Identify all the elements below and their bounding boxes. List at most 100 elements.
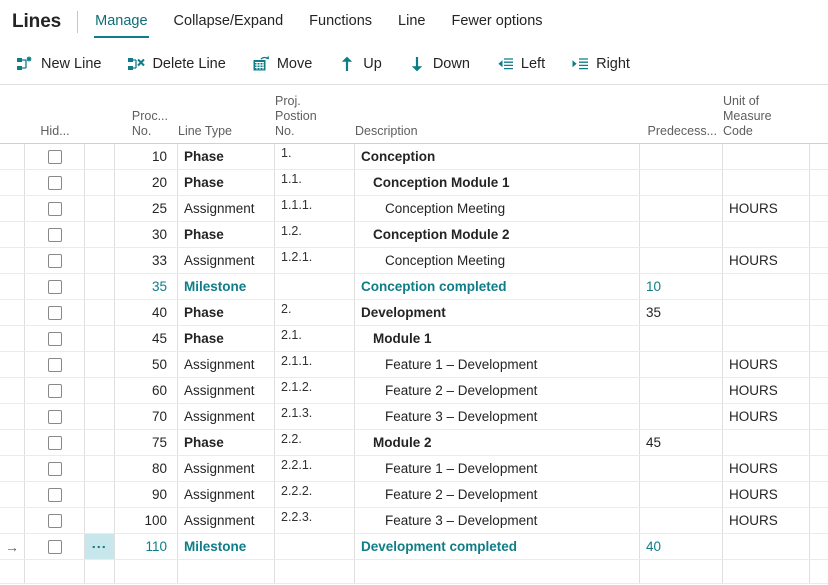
row-menu-cell[interactable] bbox=[85, 378, 115, 403]
row-menu-cell[interactable] bbox=[85, 144, 115, 169]
row-menu-cell[interactable] bbox=[85, 196, 115, 221]
cell-predecessor[interactable] bbox=[640, 456, 723, 481]
cell-line-type[interactable]: Phase bbox=[178, 222, 275, 247]
cell-proc-no[interactable]: 60 bbox=[115, 378, 178, 403]
cell-proc-no[interactable]: 10 bbox=[115, 144, 178, 169]
cell-predecessor[interactable]: 10 bbox=[640, 274, 723, 299]
table-row[interactable]: → ⋮ 110 Milestone Development completed 40 bbox=[0, 534, 828, 560]
move-button[interactable]: Move bbox=[252, 54, 312, 74]
table-row[interactable]: 33 Assignment 1.2.1. Conception Meeting HOUR… bbox=[0, 248, 828, 274]
cell-line-type[interactable]: Phase bbox=[178, 300, 275, 325]
cell-proc-no[interactable]: 25 bbox=[115, 196, 178, 221]
cell-predecessor[interactable] bbox=[640, 170, 723, 195]
table-row[interactable]: 25 Assignment 1.1.1. Conception Meeting HOUR… bbox=[0, 196, 828, 222]
cell-proc-no[interactable]: 80 bbox=[115, 456, 178, 481]
cell-proc-no[interactable]: 110 bbox=[115, 534, 178, 559]
table-row[interactable]: 45 Phase 2.1. Module 1 bbox=[0, 326, 828, 352]
tab-line[interactable]: Line bbox=[397, 7, 426, 37]
hidden-checkbox-cell[interactable] bbox=[25, 196, 85, 221]
right-button[interactable]: Right bbox=[571, 54, 630, 74]
cell-line-type[interactable]: Phase bbox=[178, 144, 275, 169]
table-row[interactable]: 40 Phase 2. Development 35 bbox=[0, 300, 828, 326]
up-button[interactable]: Up bbox=[338, 54, 382, 74]
cell-line-type[interactable]: Milestone bbox=[178, 534, 275, 559]
hidden-checkbox[interactable] bbox=[47, 513, 62, 528]
cell-predecessor[interactable]: 45 bbox=[640, 430, 723, 455]
cell-unit-of-measure-code[interactable] bbox=[723, 430, 810, 455]
cell-line-type[interactable]: Assignment bbox=[178, 482, 275, 507]
cell-proj-position-no[interactable] bbox=[275, 534, 355, 559]
cell-unit-of-measure-code[interactable] bbox=[723, 274, 810, 299]
row-menu-cell[interactable] bbox=[85, 352, 115, 377]
cell-description[interactable]: Feature 3 – Development bbox=[355, 404, 640, 429]
cell-description[interactable]: Module 1 bbox=[355, 326, 640, 351]
hidden-checkbox-cell[interactable] bbox=[25, 300, 85, 325]
hidden-checkbox-cell[interactable] bbox=[25, 170, 85, 195]
hidden-checkbox[interactable] bbox=[47, 487, 62, 502]
cell-line-type[interactable]: Milestone bbox=[178, 274, 275, 299]
cell-predecessor[interactable] bbox=[640, 222, 723, 247]
table-row[interactable]: 20 Phase 1.1. Conception Module 1 bbox=[0, 170, 828, 196]
cell-unit-of-measure-code[interactable] bbox=[723, 534, 810, 559]
row-menu-cell[interactable] bbox=[85, 482, 115, 507]
cell-line-type[interactable]: Assignment bbox=[178, 378, 275, 403]
cell-proj-position-no[interactable]: 2.2. bbox=[275, 430, 355, 455]
hidden-checkbox-cell[interactable] bbox=[25, 534, 85, 559]
cell-predecessor[interactable] bbox=[640, 378, 723, 403]
cell-proj-position-no[interactable]: 1. bbox=[275, 144, 355, 169]
cell-description[interactable]: Development bbox=[355, 300, 640, 325]
cell-proc-no[interactable]: 35 bbox=[115, 274, 178, 299]
cell-unit-of-measure-code[interactable]: HOURS bbox=[723, 378, 810, 403]
table-row[interactable]: 75 Phase 2.2. Module 2 45 bbox=[0, 430, 828, 456]
cell-unit-of-measure-code[interactable]: HOURS bbox=[723, 508, 810, 533]
row-menu-cell[interactable] bbox=[85, 222, 115, 247]
cell-proc-no[interactable]: 45 bbox=[115, 326, 178, 351]
hidden-checkbox[interactable] bbox=[47, 175, 62, 190]
header-description[interactable]: Description bbox=[355, 124, 640, 143]
row-menu-cell[interactable] bbox=[85, 456, 115, 481]
cell-predecessor[interactable] bbox=[640, 248, 723, 273]
down-button[interactable]: Down bbox=[408, 54, 470, 74]
hidden-checkbox[interactable] bbox=[47, 383, 62, 398]
hidden-checkbox-cell[interactable] bbox=[25, 352, 85, 377]
cell-proc-no[interactable]: 100 bbox=[115, 508, 178, 533]
cell-predecessor[interactable] bbox=[640, 144, 723, 169]
cell-proc-no[interactable]: 30 bbox=[115, 222, 178, 247]
cell-description[interactable]: Feature 2 – Development bbox=[355, 378, 640, 403]
cell-unit-of-measure-code[interactable]: HOURS bbox=[723, 456, 810, 481]
table-row[interactable]: 30 Phase 1.2. Conception Module 2 bbox=[0, 222, 828, 248]
cell-unit-of-measure-code[interactable]: HOURS bbox=[723, 482, 810, 507]
tab-fewer-options[interactable]: Fewer options bbox=[450, 7, 543, 37]
hidden-checkbox[interactable] bbox=[47, 201, 62, 216]
cell-proj-position-no[interactable]: 2. bbox=[275, 300, 355, 325]
cell-proc-no[interactable]: 70 bbox=[115, 404, 178, 429]
cell-predecessor[interactable] bbox=[640, 352, 723, 377]
cell-proc-no[interactable]: 50 bbox=[115, 352, 178, 377]
cell-proj-position-no[interactable]: 1.1.1. bbox=[275, 196, 355, 221]
new-line-button[interactable]: New Line bbox=[16, 54, 101, 74]
cell-predecessor[interactable] bbox=[640, 404, 723, 429]
cell-proj-position-no[interactable]: 2.2.1. bbox=[275, 456, 355, 481]
hidden-checkbox-cell[interactable] bbox=[25, 274, 85, 299]
cell-proc-no[interactable]: 90 bbox=[115, 482, 178, 507]
cell-unit-of-measure-code[interactable]: HOURS bbox=[723, 352, 810, 377]
cell-proj-position-no[interactable]: 2.1. bbox=[275, 326, 355, 351]
table-row[interactable]: 70 Assignment 2.1.3. Feature 3 – Developmen… bbox=[0, 404, 828, 430]
hidden-checkbox[interactable] bbox=[47, 227, 62, 242]
cell-proj-position-no[interactable]: 2.2.3. bbox=[275, 508, 355, 533]
hidden-checkbox[interactable] bbox=[47, 279, 62, 294]
table-row[interactable]: 50 Assignment 2.1.1. Feature 1 – Developmen… bbox=[0, 352, 828, 378]
cell-line-type[interactable]: Assignment bbox=[178, 508, 275, 533]
cell-description[interactable]: Module 2 bbox=[355, 430, 640, 455]
hidden-checkbox-cell[interactable] bbox=[25, 326, 85, 351]
cell-predecessor[interactable]: 35 bbox=[640, 300, 723, 325]
hidden-checkbox-cell[interactable] bbox=[25, 144, 85, 169]
cell-unit-of-measure-code[interactable] bbox=[723, 222, 810, 247]
table-row[interactable]: 80 Assignment 2.2.1. Feature 1 – Developmen… bbox=[0, 456, 828, 482]
hidden-checkbox-cell[interactable] bbox=[25, 404, 85, 429]
cell-predecessor[interactable] bbox=[640, 196, 723, 221]
cell-proc-no[interactable]: 20 bbox=[115, 170, 178, 195]
cell-proj-position-no[interactable]: 1.2.1. bbox=[275, 248, 355, 273]
hidden-checkbox-cell[interactable] bbox=[25, 430, 85, 455]
cell-unit-of-measure-code[interactable] bbox=[723, 144, 810, 169]
